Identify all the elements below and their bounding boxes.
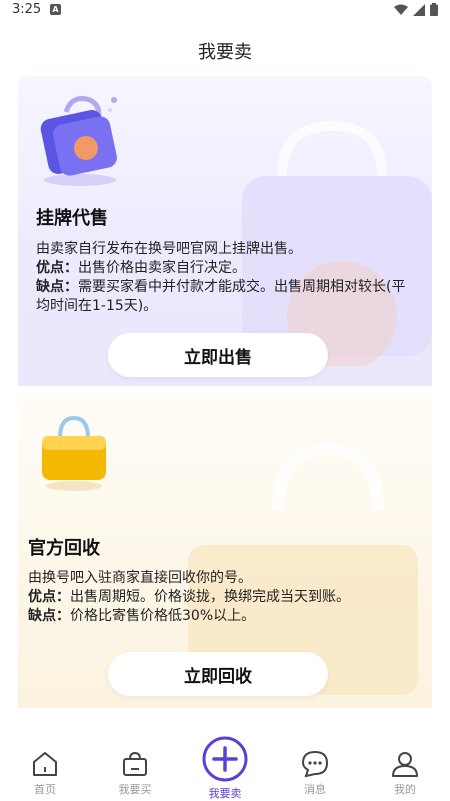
listing-pros: 出售价格由卖家自行决定。 bbox=[78, 260, 246, 276]
battery-icon bbox=[430, 3, 438, 16]
recycle-cons-label: 缺点： bbox=[28, 608, 70, 624]
listing-pros-label: 优点： bbox=[36, 260, 78, 276]
recycle-pros: 出售周期短。价格谈拢，换绑完成当天到账。 bbox=[70, 589, 350, 605]
recycle-card-description: 由换号吧入驻商家直接回收你的号。 优点：出售周期短。价格谈拢，换绑完成当天到账。… bbox=[28, 569, 408, 626]
listing-card-description: 由卖家自行发布在换号吧官网上挂牌出售。 优点：出售价格由卖家自行决定。 缺点：需… bbox=[36, 240, 416, 316]
wifi-icon bbox=[394, 4, 408, 15]
nav-label-profile: 我的 bbox=[394, 783, 416, 796]
recycle-bag-icon bbox=[42, 415, 106, 491]
listing-cons-label: 缺点： bbox=[36, 279, 78, 295]
signal-icon bbox=[413, 3, 425, 16]
listing-bag-icon bbox=[40, 96, 117, 186]
plus-circle-icon bbox=[202, 736, 248, 782]
sell-now-button[interactable]: 立即出售 bbox=[108, 333, 328, 377]
nav-item-profile[interactable]: 我的 bbox=[360, 735, 450, 797]
status-bar: 3:25 A bbox=[0, 0, 450, 22]
recycle-now-button[interactable]: 立即回收 bbox=[108, 652, 328, 696]
home-icon bbox=[33, 752, 57, 776]
recycle-cons: 价格比寄售价格低30%以上。 bbox=[70, 608, 256, 624]
nav-item-sell[interactable]: 我要卖 bbox=[180, 735, 270, 801]
nav-item-messages[interactable]: 消息 bbox=[270, 735, 360, 797]
system-icons bbox=[394, 3, 438, 16]
chat-bubble-icon bbox=[301, 750, 329, 778]
recycle-pros-label: 优点： bbox=[28, 589, 70, 605]
notification-a-icon: A bbox=[50, 4, 61, 15]
listing-cons: 需要买家看中并付款才能成交。出售周期相对较长(平均时间在1-15天)。 bbox=[36, 279, 406, 314]
nav-label-messages: 消息 bbox=[304, 783, 326, 796]
listing-line1: 由卖家自行发布在换号吧官网上挂牌出售。 bbox=[36, 241, 302, 257]
nav-label-buy: 我要买 bbox=[118, 783, 152, 796]
user-icon bbox=[392, 752, 418, 777]
nav-item-home[interactable]: 首页 bbox=[0, 735, 90, 797]
nav-item-buy[interactable]: 我要买 bbox=[90, 735, 180, 797]
status-time: 3:25 bbox=[12, 2, 42, 17]
nav-label-sell: 我要卖 bbox=[208, 787, 242, 800]
recycle-line1: 由换号吧入驻商家直接回收你的号。 bbox=[28, 570, 252, 586]
page-title: 我要卖 bbox=[198, 42, 252, 63]
official-recycle-card: 官方回收 由换号吧入驻商家直接回收你的号。 优点：出售周期短。价格谈拢，换绑完成… bbox=[18, 390, 432, 708]
bottom-nav: 首页 我要买 我要卖 消息 我的 bbox=[0, 735, 450, 800]
nav-label-home: 首页 bbox=[34, 783, 56, 796]
recycle-card-title: 官方回收 bbox=[28, 538, 100, 559]
shopping-bag-icon bbox=[123, 751, 147, 776]
listing-card-title: 挂牌代售 bbox=[36, 208, 108, 229]
listing-sale-card: 挂牌代售 由卖家自行发布在换号吧官网上挂牌出售。 优点：出售价格由卖家自行决定。… bbox=[18, 76, 432, 386]
background-bag-icon bbox=[242, 120, 432, 366]
